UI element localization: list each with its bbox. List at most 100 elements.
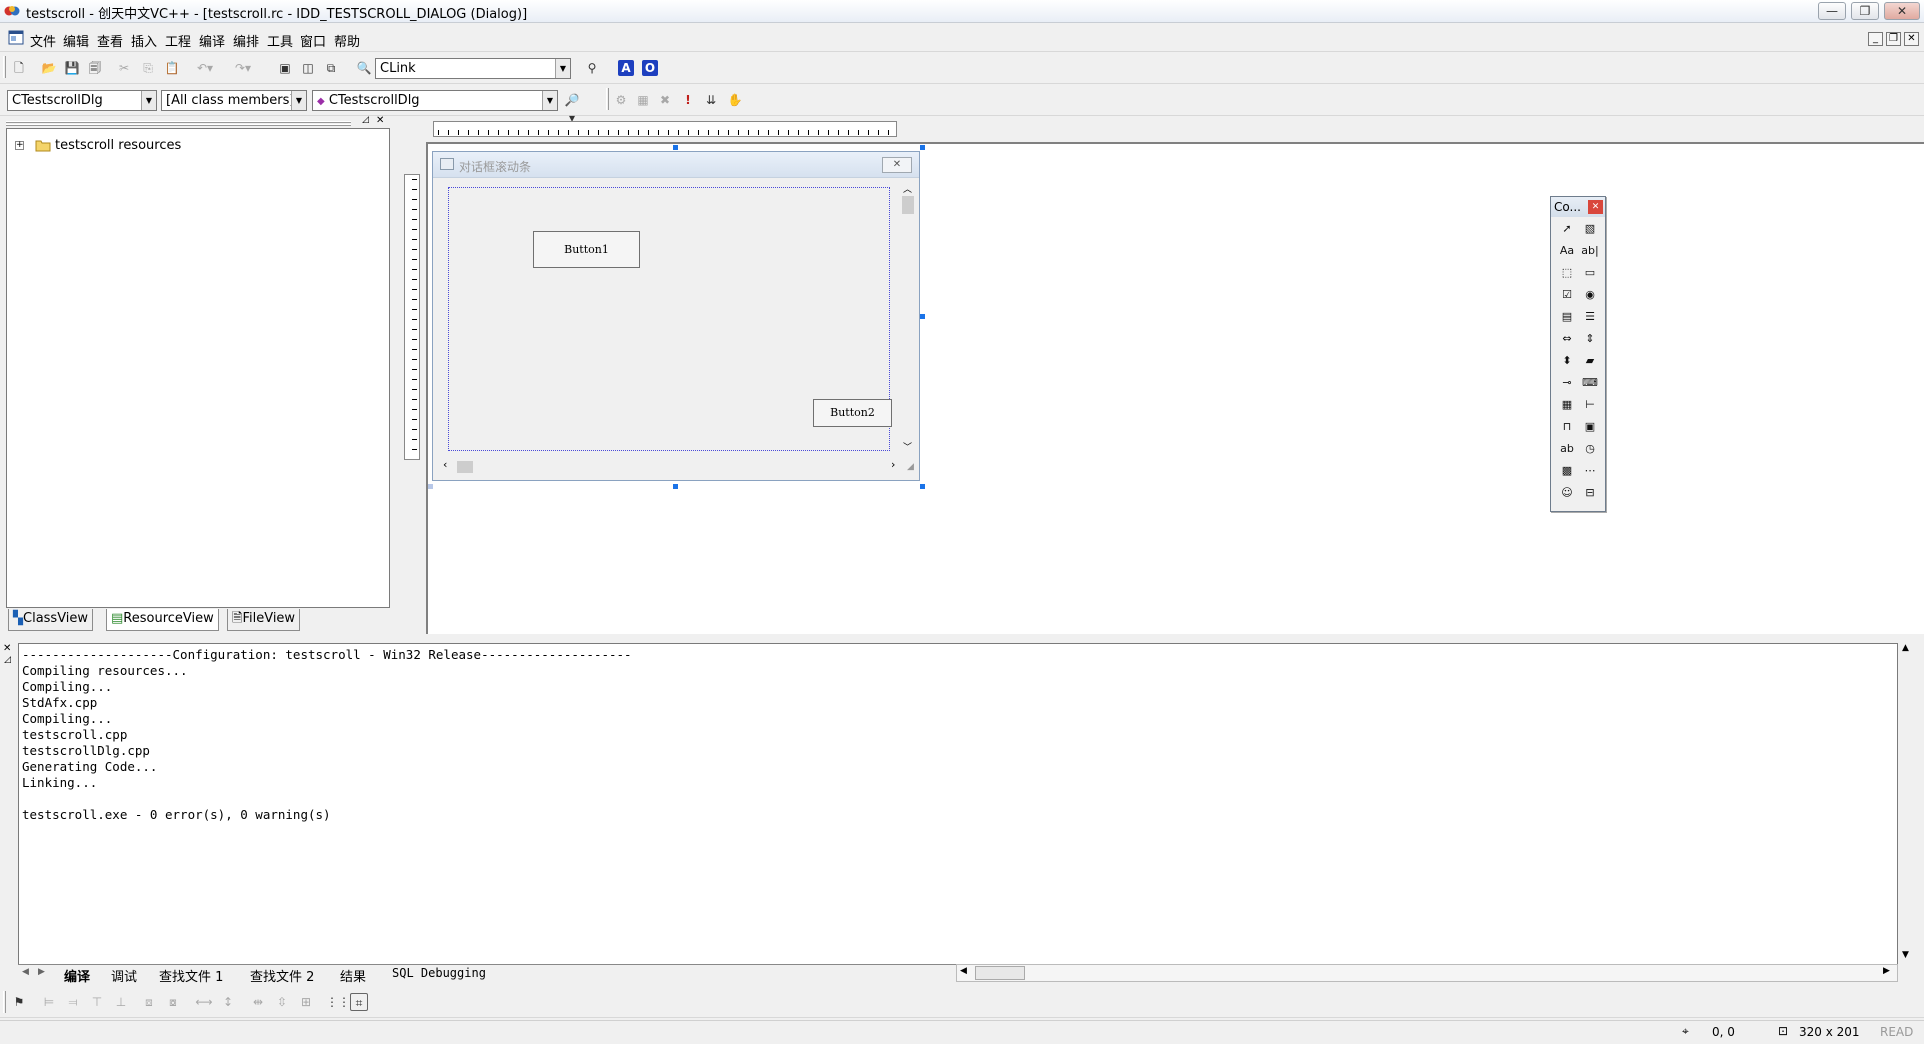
output-tab-results[interactable]: 结果 xyxy=(340,966,366,985)
tab-resourceview[interactable]: ▤ResourceView xyxy=(106,609,219,631)
date-time-icon[interactable]: ◷ xyxy=(1581,440,1599,458)
align-right-icon[interactable]: ⫤ xyxy=(64,993,82,1011)
pointer-icon[interactable]: ➚ xyxy=(1558,220,1576,238)
undo-icon[interactable]: ↶▾ xyxy=(196,59,214,77)
slider-icon[interactable]: ⊸ xyxy=(1558,374,1576,392)
tab-control-icon[interactable]: ⊓ xyxy=(1558,418,1576,436)
dialog-titlebar[interactable]: 对话框滚动条 ✕ xyxy=(433,152,919,178)
toggle-grid-icon[interactable]: ⋮⋮ xyxy=(326,993,350,1011)
extended-combo-icon[interactable]: ⊟ xyxy=(1581,484,1599,502)
vertical-ruler[interactable] xyxy=(404,174,420,460)
selection-handle[interactable] xyxy=(920,314,925,319)
combo-box-icon[interactable]: ▤ xyxy=(1558,308,1576,326)
radio-button-icon[interactable]: ◉ xyxy=(1581,286,1599,304)
output-tab-debug[interactable]: 调试 xyxy=(111,966,137,985)
menu-help[interactable]: 帮助 xyxy=(334,31,360,50)
dock-output-icon[interactable]: ◿ xyxy=(4,655,11,665)
open-folder-icon[interactable]: 📂 xyxy=(40,59,58,77)
scroll-left-icon[interactable]: ◀ xyxy=(960,966,967,976)
ip-address-icon[interactable]: ⋯ xyxy=(1581,462,1599,480)
list-control-icon[interactable]: ▦ xyxy=(1558,396,1576,414)
selection-handle[interactable] xyxy=(673,484,678,489)
tab-fileview[interactable]: 🗎FileView xyxy=(227,609,301,631)
breakpoint-hand-icon[interactable]: ✋ xyxy=(726,91,744,109)
filter-combo[interactable]: [All class members] ▼ xyxy=(161,90,307,111)
rich-edit-icon[interactable]: ab xyxy=(1558,440,1576,458)
go-debug-icon[interactable]: ⇊ xyxy=(702,91,720,109)
close-output-icon[interactable]: ✕ xyxy=(3,643,11,654)
output-tab-build[interactable]: 编译 xyxy=(64,966,90,985)
window-list-icon[interactable]: ⧉ xyxy=(322,59,340,77)
output-horizontal-scrollbar[interactable]: ◀ ▶ xyxy=(956,964,1898,982)
selection-handle[interactable] xyxy=(920,484,925,489)
menu-view[interactable]: 查看 xyxy=(97,31,123,50)
text-o-button[interactable]: O xyxy=(642,60,658,76)
workspace-toggle-icon[interactable]: ▣ xyxy=(276,59,294,77)
scroll-up-icon[interactable]: ︿ xyxy=(903,182,912,195)
edit-box-icon[interactable]: ab| xyxy=(1581,242,1599,260)
vertical-scrollbar-icon[interactable]: ⇕ xyxy=(1581,330,1599,348)
minimize-button[interactable]: — xyxy=(1818,2,1846,20)
button1[interactable]: Button1 xyxy=(533,231,640,268)
title-bar[interactable]: testscroll - 创天中文VC++ - [testscroll.rc -… xyxy=(0,0,1924,23)
scroll-thumb[interactable] xyxy=(902,196,914,214)
class-combo[interactable]: CTestscrollDlg ▼ xyxy=(7,90,157,111)
chevron-down-icon[interactable]: ▼ xyxy=(555,59,570,78)
check-box-icon[interactable]: ☑ xyxy=(1558,286,1576,304)
center-vertical-icon[interactable]: ⧈ xyxy=(140,993,158,1011)
selection-handle[interactable] xyxy=(920,145,925,150)
find-combo[interactable]: CLink ▼ xyxy=(375,58,571,79)
group-box-icon[interactable]: ⬚ xyxy=(1558,264,1576,282)
list-box-icon[interactable]: ☰ xyxy=(1581,308,1599,326)
menu-window[interactable]: 窗口 xyxy=(300,31,326,50)
scroll-up-icon[interactable]: ▲ xyxy=(1902,643,1909,653)
menu-layout[interactable]: 编排 xyxy=(233,31,259,50)
wizard-action-icon[interactable]: 🔎▾ xyxy=(563,91,581,125)
static-text-icon[interactable]: Aa xyxy=(1558,242,1576,260)
same-width-icon[interactable]: ⇹ xyxy=(249,993,267,1011)
execute-icon[interactable]: ! xyxy=(679,91,697,109)
output-tab-sql-debugging[interactable]: SQL Debugging xyxy=(392,966,486,980)
mdi-minimize-button[interactable]: _ xyxy=(1868,32,1883,46)
scroll-right-icon[interactable]: ▶ xyxy=(1883,966,1890,976)
month-calendar-icon[interactable]: ▩ xyxy=(1558,462,1576,480)
redo-icon[interactable]: ↷▾ xyxy=(234,59,252,77)
selection-handle[interactable] xyxy=(428,484,433,489)
member-combo[interactable]: ◆ CTestscrollDlg ▼ xyxy=(312,90,558,111)
tab-classview[interactable]: ▚ClassView xyxy=(8,609,94,631)
output-tab-find2[interactable]: 查找文件 2 xyxy=(250,966,314,985)
new-file-icon[interactable]: 🗋 xyxy=(10,59,28,77)
compile-icon[interactable]: ⚙ xyxy=(612,91,630,109)
controls-palette[interactable]: Co... ✕ ➚ ▧ Aa ab| ⬚ ▭ ☑ ◉ ▤ ☰ ⇔ ⇕ ⬍ ▰ ⊸ ⌨ ▦ ⊢ ⊓ ▣ ab ◷ ▩ ⋯ ☺ ⊟ xyxy=(1550,196,1606,512)
dialog-close-icon[interactable]: ✕ xyxy=(882,157,912,173)
scroll-down-icon[interactable]: ▼ xyxy=(1902,950,1909,960)
tab-scroll-right-icon[interactable]: ▶ xyxy=(38,967,45,977)
tree-root-label[interactable]: testscroll resources xyxy=(55,138,181,153)
build-icon[interactable]: ▦ xyxy=(634,91,652,109)
cut-icon[interactable]: ✂ xyxy=(115,59,133,77)
menu-build[interactable]: 编译 xyxy=(199,31,225,50)
stop-build-icon[interactable]: ✖ xyxy=(656,91,674,109)
selection-handle[interactable] xyxy=(673,145,678,150)
menu-edit[interactable]: 编辑 xyxy=(63,31,89,50)
dialog-vertical-scrollbar[interactable]: ︿ ﹀ xyxy=(900,182,917,457)
progress-icon[interactable]: ▰ xyxy=(1581,352,1599,370)
palette-close-icon[interactable]: ✕ xyxy=(1588,200,1603,214)
palette-titlebar[interactable]: Co... ✕ xyxy=(1551,197,1605,217)
center-horizontal-icon[interactable]: ⧇ xyxy=(164,993,182,1011)
dialog-preview[interactable]: 对话框滚动条 ✕ Button1 Button2 ︿ ﹀ ‹ › ◢ xyxy=(432,151,920,481)
menu-project[interactable]: 工程 xyxy=(165,31,191,50)
maximize-button[interactable]: ❐ xyxy=(1851,2,1879,20)
align-top-icon[interactable]: ⊤ xyxy=(88,993,106,1011)
spin-icon[interactable]: ⬍ xyxy=(1558,352,1576,370)
find-in-files-icon[interactable]: 🔍 xyxy=(355,59,373,77)
picture-icon[interactable]: ▧ xyxy=(1581,220,1599,238)
tree-control-icon[interactable]: ⊢ xyxy=(1581,396,1599,414)
output-panel[interactable]: --------------------Configuration: tests… xyxy=(18,643,1898,966)
dock-icon[interactable]: ◿ xyxy=(362,115,369,125)
chevron-down-icon[interactable]: ▼ xyxy=(141,91,156,110)
custom-control-icon[interactable]: ☺ xyxy=(1558,484,1576,502)
text-a-button[interactable]: A xyxy=(618,60,634,76)
scroll-thumb[interactable] xyxy=(457,461,473,473)
find-binoculars-icon[interactable]: ⚲ xyxy=(583,59,601,77)
